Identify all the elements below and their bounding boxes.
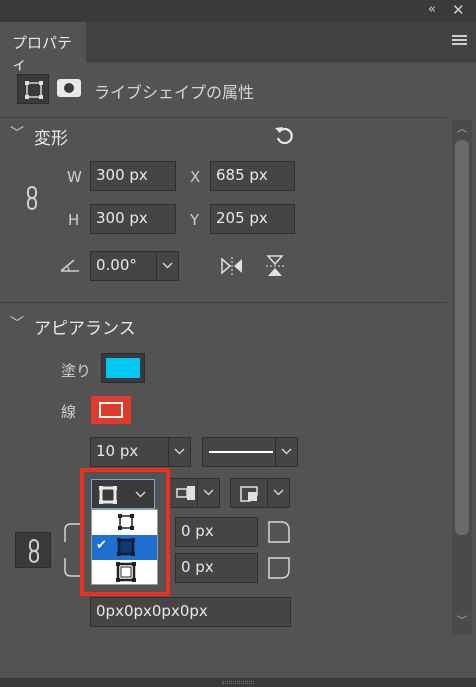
link-corners-button[interactable] [15, 532, 51, 568]
panel-menu-icon[interactable] [452, 35, 467, 47]
mask-icon[interactable] [57, 79, 81, 97]
reset-icon[interactable] [273, 124, 295, 146]
stroke-align-menu: ✔ [91, 509, 158, 585]
stroke-style-dropdown[interactable] [202, 437, 298, 467]
chevron-down-icon[interactable] [267, 479, 289, 507]
y-label: Y [190, 211, 200, 229]
menu-item-stroke-outside[interactable] [92, 560, 157, 585]
divider [0, 117, 447, 118]
close-panel-icon[interactable]: ✕ [452, 1, 465, 19]
appearance-collapse-icon[interactable]: ﹀ [10, 313, 24, 333]
flip-vertical-icon[interactable] [264, 253, 286, 279]
shape-bounds-icon[interactable] [17, 74, 49, 104]
panel-top-bar: « ✕ [0, 0, 476, 22]
resize-grip[interactable] [222, 681, 254, 684]
butt-cap-icon [176, 486, 195, 500]
flip-horizontal-icon[interactable] [219, 255, 245, 277]
height-field[interactable]: 300 px [90, 204, 176, 234]
width-label: W [67, 168, 82, 186]
chevron-down-icon[interactable] [197, 479, 219, 507]
stroke-outside-icon [116, 562, 136, 582]
panel-bottom-bar [0, 678, 476, 687]
stroke-center-icon [117, 538, 135, 556]
scroll-up-icon[interactable]: ︿ [457, 120, 467, 135]
stroke-align-center-icon [99, 486, 117, 504]
height-label: H [68, 211, 80, 229]
corner-bottom-right-field[interactable]: 0 px [175, 553, 258, 583]
stroke-swatch[interactable] [91, 396, 131, 424]
x-label: X [190, 168, 201, 186]
stroke-cap-dropdown[interactable] [168, 478, 220, 508]
stroke-align-dropdown[interactable] [91, 479, 155, 509]
corner-top-right-field[interactable]: 0 px [175, 517, 258, 547]
fill-label: 塗り [61, 362, 92, 380]
corner-bottom-right-icon [268, 557, 290, 579]
chevron-down-icon[interactable] [168, 438, 190, 466]
menu-item-stroke-center[interactable]: ✔ [92, 535, 157, 560]
angle-icon [59, 257, 81, 273]
stroke-width-value: 10 px [96, 442, 139, 460]
corner-summary-field[interactable]: 0px0px0px0px [90, 597, 291, 627]
fill-swatch[interactable] [101, 353, 145, 383]
stroke-style-line [209, 451, 273, 453]
miter-join-icon [240, 486, 258, 502]
y-field[interactable]: 205 px [210, 204, 295, 234]
rotation-value: 0.00° [96, 256, 137, 274]
scroll-down-icon[interactable]: ﹀ [457, 612, 467, 627]
x-field[interactable]: 685 px [210, 161, 295, 191]
link-dimensions-icon[interactable] [25, 185, 39, 211]
chevron-down-icon[interactable] [275, 438, 297, 466]
tab-bar: プロパティ [0, 22, 476, 73]
checkmark-icon: ✔ [96, 538, 107, 553]
width-field[interactable]: 300 px [90, 161, 176, 191]
appearance-title: アピアランス [34, 319, 136, 339]
corner-top-right-icon [268, 521, 290, 543]
menu-item-stroke-inside[interactable] [92, 510, 157, 534]
fill-color [106, 358, 140, 378]
collapse-panel-icon[interactable]: « [428, 2, 436, 17]
live-shape-header: ライブシェイプの属性 [0, 63, 476, 115]
tab-properties[interactable]: プロパティ [0, 22, 86, 73]
chevron-down-icon[interactable] [156, 252, 178, 280]
scrollbar-thumb[interactable] [455, 140, 469, 535]
panel-subtitle: ライブシェイプの属性 [94, 83, 255, 102]
transform-collapse-icon[interactable]: ﹀ [10, 123, 24, 143]
rotation-field[interactable]: 0.00° [90, 251, 179, 281]
stroke-inside-icon [118, 514, 134, 530]
stroke-swatch-inner [99, 402, 123, 418]
stroke-width-dropdown[interactable]: 10 px [90, 437, 191, 467]
stroke-join-dropdown[interactable] [230, 478, 290, 508]
transform-title: 変形 [34, 129, 68, 149]
chevron-down-icon [135, 491, 146, 498]
divider [0, 302, 447, 303]
stroke-label: 線 [61, 403, 77, 421]
